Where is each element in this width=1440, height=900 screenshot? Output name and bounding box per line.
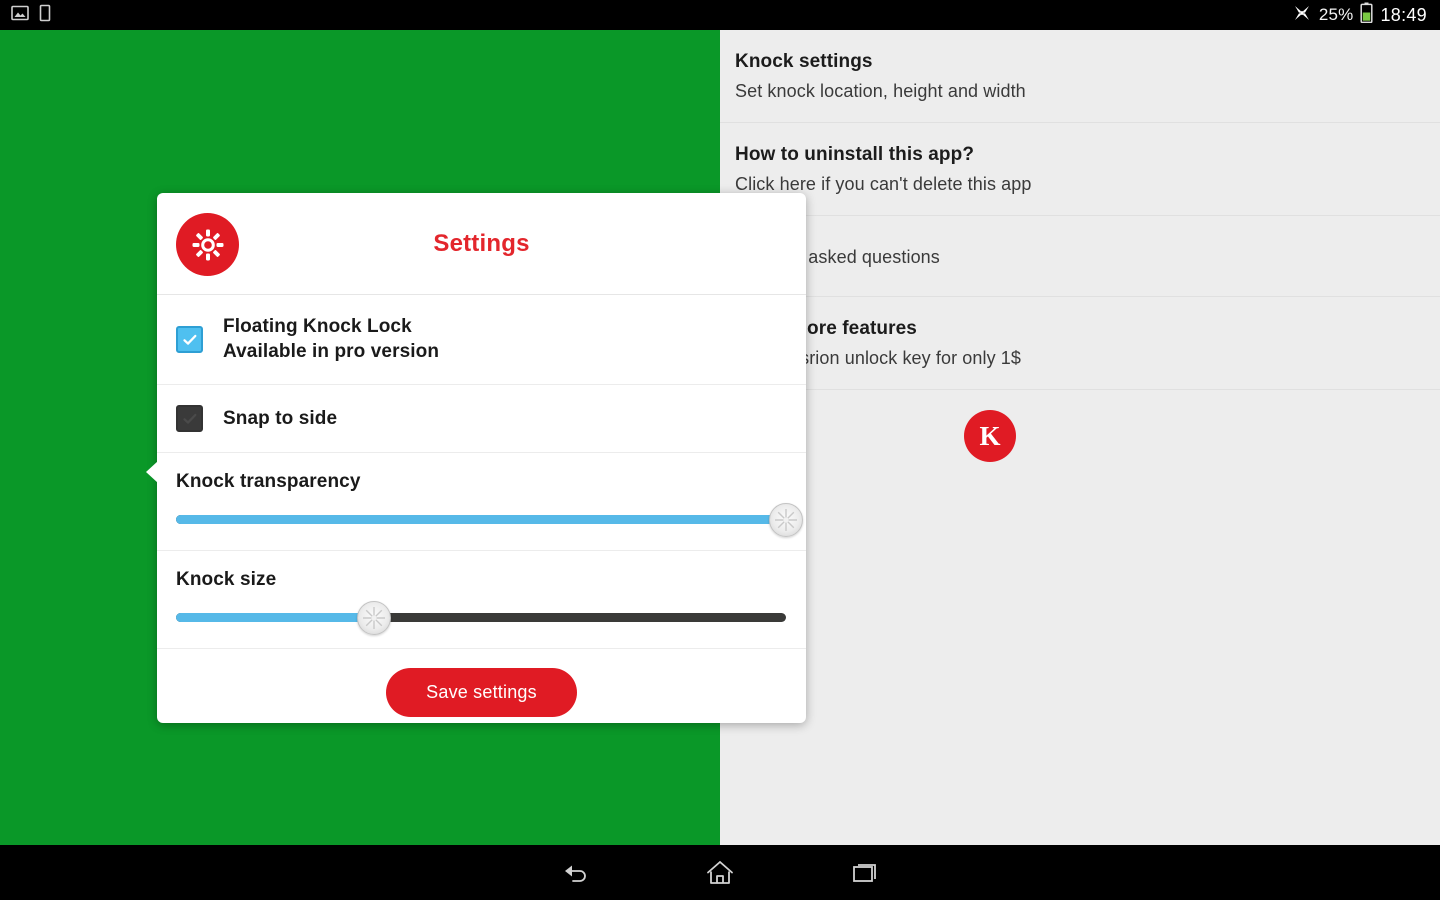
slider-label: Knock size [176,569,277,590]
option-label-group: Snap to side [223,407,337,431]
option-row-snap-to-side[interactable]: Snap to side [157,385,806,453]
list-item[interactable]: ly asked questions [720,216,1440,297]
gear-icon [176,213,239,276]
slider-fill [176,613,375,622]
slider-knock-size[interactable] [176,600,786,635]
slider-thumb[interactable] [357,600,392,635]
vibrate-mute-icon [1292,3,1312,28]
list-item-subtitle: Set knock location, height and width [735,81,1026,101]
device-screen: 25% 18:49 Knock settings Set knock locat… [0,0,1440,900]
recents-icon[interactable] [793,845,938,900]
slider-label: Knock transparency [176,471,361,492]
option-title: Floating Knock Lock [223,316,412,337]
dialog-left-notch [146,461,158,483]
list-item-subtitle: esrion unlock key for only 1$ [790,348,1022,368]
thumb-spokes-icon [775,508,797,531]
knock-app-badge-letter: K [979,420,1001,451]
option-row-floating-knock-lock[interactable]: Floating Knock Lock Available in pro ver… [157,295,806,385]
battery-icon [1360,2,1374,28]
dialog-header: Settings [157,193,806,295]
dialog-footer: Save settings [157,649,806,735]
status-bar: 25% 18:49 [0,0,1440,30]
battery-percent-label: 25% [1318,5,1354,24]
check-icon [182,413,196,424]
status-bar-clock: 18:49 [1380,4,1427,25]
list-item-title: Knock settings [735,51,873,72]
check-icon [182,334,196,345]
slider-block-knock-size: Knock size [157,551,806,649]
save-settings-button[interactable]: Save settings [386,667,577,717]
settings-dialog: Settings Floating Knock Lock Available i… [146,193,806,723]
knock-app-badge[interactable]: K [964,410,1016,462]
slider-thumb[interactable] [769,502,803,537]
app-content-area: Knock settings Set knock location, heigh… [0,30,1440,845]
slider-block-knock-transparency: Knock transparency [157,453,806,551]
sim-card-icon [39,4,51,27]
checkbox-floating-knock-lock[interactable] [176,326,203,353]
option-label-group: Floating Knock Lock Available in pro ver… [223,315,439,364]
slider-knock-transparency[interactable] [176,502,803,537]
list-item[interactable]: Knock settings Set knock location, heigh… [720,30,1440,123]
list-item-subtitle: Click here if you can't delete this app [735,174,1032,194]
list-item-title: How to uninstall this app? [735,144,975,165]
slider-fill [176,515,786,524]
status-bar-right: 25% 18:49 [1292,2,1440,28]
option-subtitle: Available in pro version [223,341,440,362]
option-title: Snap to side [223,407,338,429]
settings-list-pane: Knock settings Set knock location, heigh… [720,30,1440,845]
list-item[interactable]: more features esrion unlock key for only… [720,297,1440,390]
list-item[interactable]: How to uninstall this app? Click here if… [720,123,1440,216]
home-icon[interactable] [648,845,793,900]
screenshot-icon [11,4,29,27]
status-bar-left-icons [0,4,51,27]
dialog-title: Settings [433,229,530,257]
list-item-subtitle: ly asked questions [790,247,940,267]
checkbox-snap-to-side[interactable] [176,405,203,432]
list-item-title: more features [790,318,917,339]
back-icon[interactable] [503,845,648,900]
thumb-spokes-icon [363,606,386,629]
navigation-bar [0,845,1440,900]
